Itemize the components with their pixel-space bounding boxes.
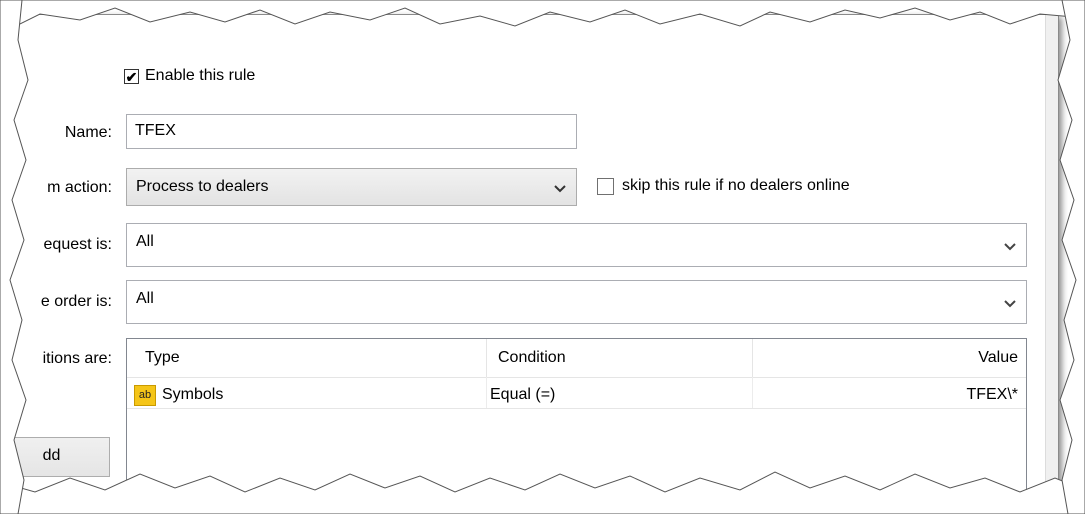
column-header-value[interactable]: Value	[978, 339, 1018, 377]
conditions-table[interactable]: Type Condition Value ab Symbols Equal (=…	[126, 338, 1027, 495]
cell-value: TFEX\*	[966, 386, 1018, 403]
action-dropdown-value: Process to dealers	[136, 178, 269, 195]
order-dropdown-value: All	[136, 290, 154, 307]
rule-dialog: ✔ Enable this rule Name: TFEX m action: …	[4, 14, 1059, 496]
action-dropdown[interactable]: Process to dealers	[126, 168, 577, 206]
order-label: e order is:	[40, 293, 112, 310]
order-dropdown[interactable]: All	[126, 280, 1027, 324]
enable-rule-checkbox[interactable]: ✔	[124, 69, 139, 84]
action-label: m action:	[47, 179, 112, 196]
chevron-down-icon	[554, 185, 566, 193]
chevron-down-icon	[1004, 243, 1016, 251]
column-header-type[interactable]: Type	[145, 339, 180, 377]
enable-rule-label: Enable this rule	[145, 67, 256, 84]
skip-rule-checkbox[interactable]	[597, 178, 614, 195]
checkmark-icon: ✔	[125, 68, 138, 85]
add-button[interactable]: dd	[5, 437, 110, 477]
request-dropdown-value: All	[136, 233, 154, 250]
chevron-down-icon	[1004, 300, 1016, 308]
cell-type: Symbols	[162, 386, 224, 403]
cell-condition: Equal (=)	[490, 386, 556, 403]
name-label: Name:	[64, 124, 112, 141]
request-dropdown[interactable]: All	[126, 223, 1027, 267]
request-label: equest is:	[43, 236, 112, 253]
skip-rule-label: skip this rule if no dealers online	[622, 177, 850, 194]
name-field[interactable]: TFEX	[126, 114, 577, 149]
vertical-scrollbar[interactable]	[1045, 15, 1058, 495]
conditions-label: itions are:	[42, 350, 112, 367]
table-header: Type Condition Value	[127, 339, 1026, 378]
text-field-icon: ab	[134, 385, 156, 406]
column-header-condition[interactable]: Condition	[498, 339, 566, 377]
